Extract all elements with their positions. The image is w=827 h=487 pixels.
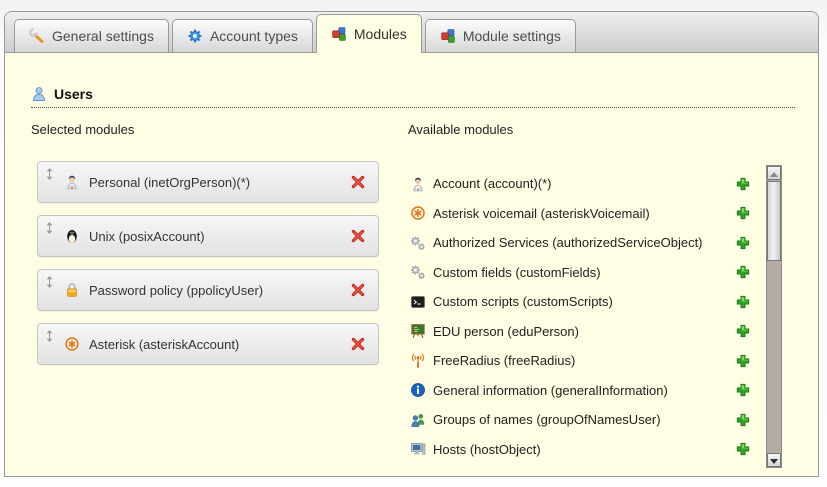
remove-module-button[interactable]: [350, 174, 366, 190]
selected-module-label: Personal (inetOrgPerson)(*): [89, 175, 250, 190]
add-module-button[interactable]: [735, 205, 751, 221]
tab-bar: General settings Account types Modules M…: [5, 12, 818, 53]
tab-label: Modules: [354, 26, 407, 42]
add-module-button[interactable]: [735, 294, 751, 310]
available-module-row: Authorized Services (authorizedServiceOb…: [410, 228, 751, 258]
remove-module-button[interactable]: [350, 228, 366, 244]
modules-icon: [331, 26, 347, 42]
available-module-label: Authorized Services (authorizedServiceOb…: [433, 235, 703, 250]
section-title: Users: [54, 86, 93, 102]
add-module-button[interactable]: [735, 235, 751, 251]
tab-modules[interactable]: Modules: [316, 14, 422, 53]
add-module-button[interactable]: [735, 264, 751, 280]
add-module-button[interactable]: [735, 382, 751, 398]
asterisk-icon: [64, 336, 80, 352]
group-icon: [410, 412, 426, 428]
add-module-button[interactable]: [735, 323, 751, 339]
settings-panel: General settings Account types Modules M…: [4, 11, 819, 477]
drag-handle-icon[interactable]: [46, 167, 53, 179]
available-modules-list: Account (account)(*) Asterisk voicemail …: [410, 169, 751, 464]
available-module-row: General information (generalInformation): [410, 376, 751, 406]
available-module-label: EDU person (eduPerson): [433, 324, 579, 339]
antenna-icon: [410, 353, 426, 369]
scroll-down-icon: [770, 451, 778, 469]
selected-modules-label: Selected modules: [31, 122, 134, 137]
scroll-up-icon: [770, 164, 778, 182]
available-module-label: Hosts (hostObject): [433, 442, 541, 457]
available-module-label: Custom fields (customFields): [433, 265, 601, 280]
tab-content: Users Selected modules Available modules…: [5, 53, 818, 477]
user-icon: [31, 86, 47, 102]
selected-module-label: Asterisk (asteriskAccount): [89, 337, 239, 352]
host-icon: [410, 441, 426, 457]
available-module-row: FreeRadius (freeRadius): [410, 346, 751, 376]
drag-handle-icon[interactable]: [46, 329, 53, 341]
drag-handle-icon[interactable]: [46, 275, 53, 287]
person-icon: [410, 176, 426, 192]
gears-icon: [410, 235, 426, 251]
person-icon: [64, 174, 80, 190]
available-module-row: Account (account)(*): [410, 169, 751, 199]
remove-module-button[interactable]: [350, 336, 366, 352]
scrollbar-thumb[interactable]: [767, 181, 781, 261]
selected-module-row: Password policy (ppolicyUser): [37, 269, 379, 311]
add-module-button[interactable]: [735, 441, 751, 457]
drag-handle-icon[interactable]: [46, 221, 53, 233]
chalkboard-icon: [410, 323, 426, 339]
info-icon: [410, 382, 426, 398]
available-module-label: Custom scripts (customScripts): [433, 294, 613, 309]
selected-module-row: Unix (posixAccount): [37, 215, 379, 257]
selected-module-row: Asterisk (asteriskAccount): [37, 323, 379, 365]
gear-icon: [187, 28, 203, 44]
available-module-label: Groups of names (groupOfNamesUser): [433, 412, 661, 427]
tab-label: General settings: [52, 28, 154, 44]
selected-module-label: Unix (posixAccount): [89, 229, 205, 244]
available-module-row: Groups of names (groupOfNamesUser): [410, 405, 751, 435]
add-module-button[interactable]: [735, 176, 751, 192]
modules-icon: [440, 28, 456, 44]
add-module-button[interactable]: [735, 353, 751, 369]
scrollbar-up-button[interactable]: [767, 166, 781, 180]
users-section-header: Users: [31, 86, 795, 108]
available-modules-scrollbar[interactable]: [766, 165, 782, 468]
available-module-label: General information (generalInformation): [433, 383, 668, 398]
wrench-icon: [29, 28, 45, 44]
tab-label: Account types: [210, 28, 298, 44]
lock-icon: [64, 282, 80, 298]
available-module-label: Account (account)(*): [433, 176, 552, 191]
tab-account-types[interactable]: Account types: [172, 19, 313, 52]
available-modules-label: Available modules: [408, 122, 513, 137]
selected-module-label: Password policy (ppolicyUser): [89, 283, 263, 298]
penguin-icon: [64, 228, 80, 244]
asterisk-icon: [410, 205, 426, 221]
tab-general-settings[interactable]: General settings: [14, 19, 169, 52]
available-module-label: FreeRadius (freeRadius): [433, 353, 575, 368]
available-module-row: Asterisk voicemail (asteriskVoicemail): [410, 199, 751, 229]
available-module-row: EDU person (eduPerson): [410, 317, 751, 347]
available-module-row: Hosts (hostObject): [410, 435, 751, 465]
available-module-label: Asterisk voicemail (asteriskVoicemail): [433, 206, 650, 221]
selected-modules-list: Personal (inetOrgPerson)(*) Unix (posixA…: [37, 161, 379, 377]
available-module-row: Custom scripts (customScripts): [410, 287, 751, 317]
selected-module-row: Personal (inetOrgPerson)(*): [37, 161, 379, 203]
remove-module-button[interactable]: [350, 282, 366, 298]
tab-label: Module settings: [463, 28, 561, 44]
gears-icon: [410, 264, 426, 280]
terminal-icon: [410, 294, 426, 310]
tab-module-settings[interactable]: Module settings: [425, 19, 576, 52]
available-module-row: Custom fields (customFields): [410, 258, 751, 288]
scrollbar-down-button[interactable]: [767, 453, 781, 467]
add-module-button[interactable]: [735, 412, 751, 428]
